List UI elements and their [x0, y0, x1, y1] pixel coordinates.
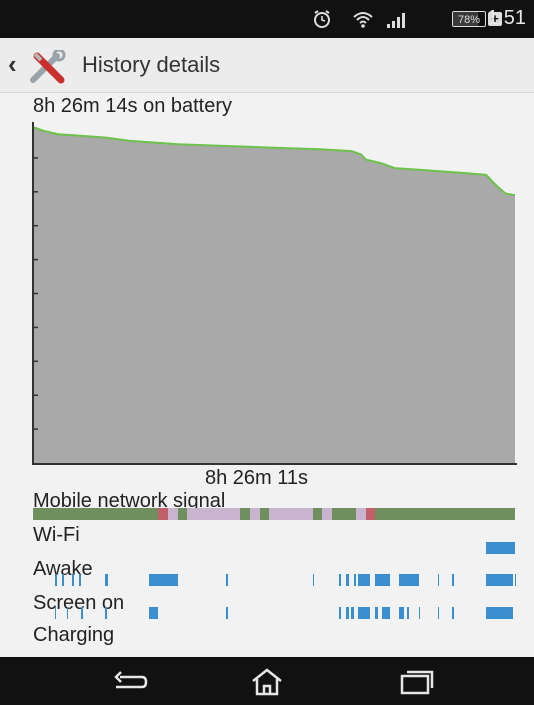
screen-on-segment: [358, 607, 371, 619]
charging-label: Charging: [33, 624, 115, 646]
screen-on-segment: [351, 607, 354, 619]
signal-icon: [386, 9, 410, 29]
wifi-track: [33, 542, 515, 554]
screen-on-segment: [105, 607, 107, 619]
awake-segment: [486, 574, 513, 586]
signal-segment: [249, 508, 260, 520]
signal-segment: [158, 508, 168, 520]
tools-icon[interactable]: [27, 48, 73, 84]
home-icon[interactable]: [247, 667, 287, 697]
awake-segment: [105, 574, 108, 586]
awake-segment: [312, 574, 314, 586]
screen-on-segment: [418, 607, 421, 619]
battery-percent: 78%: [457, 14, 481, 26]
signal-segment: [269, 508, 313, 520]
awake-segment: [437, 574, 440, 586]
awake-segment: [78, 574, 82, 586]
wifi-icon: [352, 9, 374, 29]
awake-segment: [452, 574, 454, 586]
mobile-network-signal-track: [33, 508, 515, 520]
screen-on-segment: [339, 607, 342, 619]
screen-on-segment: [437, 607, 440, 619]
screen-on-segment: [399, 607, 405, 619]
awake-segment: [399, 574, 419, 586]
alarm-icon: [312, 9, 332, 29]
signal-segment: [331, 508, 356, 520]
screen-on-segment: [452, 607, 454, 619]
signal-segment: [312, 508, 323, 520]
screen-on-segment: [346, 607, 349, 619]
battery-icon: 78%: [452, 11, 486, 27]
action-bar: ‹ History details: [0, 38, 534, 93]
awake-segment: [61, 574, 65, 586]
awake-segment: [353, 574, 356, 586]
signal-segment: [365, 508, 376, 520]
signal-segment: [187, 508, 241, 520]
screen-on-segment: [382, 607, 390, 619]
screen-on-segment: [375, 607, 378, 619]
screen-on-segment: [406, 607, 409, 619]
battery-level-area: [34, 127, 515, 464]
screen-on-segment: [66, 607, 69, 619]
up-navigation-chevron-icon[interactable]: ‹: [8, 49, 17, 79]
signal-segment: [259, 508, 270, 520]
screen-on-segment: [486, 607, 513, 619]
awake-segment: [375, 574, 390, 586]
status-bar: 78% + 1:51: [0, 0, 534, 38]
screen-on-segment: [148, 607, 159, 619]
signal-segment: [167, 508, 178, 520]
screen-on-track: [33, 607, 515, 619]
battery-time-summary: 8h 26m 14s on battery: [33, 95, 233, 117]
awake-track: [33, 574, 517, 586]
signal-segment: [322, 508, 332, 520]
awake-segment: [148, 574, 178, 586]
signal-segment: [177, 508, 188, 520]
awake-segment: [515, 574, 517, 586]
awake-segment: [54, 574, 58, 586]
back-icon[interactable]: [110, 667, 150, 697]
signal-segment: [375, 508, 515, 520]
screen-on-segment: [81, 607, 83, 619]
awake-segment: [339, 574, 342, 586]
page-title: History details: [82, 52, 221, 77]
signal-segment: [355, 508, 366, 520]
awake-segment: [358, 574, 371, 586]
awake-segment: [346, 574, 349, 586]
navigation-bar: [0, 657, 534, 705]
recents-icon[interactable]: [396, 667, 436, 697]
awake-segment: [71, 574, 74, 586]
signal-segment: [33, 508, 159, 520]
clock: 1:51: [487, 7, 526, 29]
wifi-segment: [486, 542, 515, 554]
screen-on-segment: [54, 607, 57, 619]
signal-segment: [240, 508, 250, 520]
awake-segment: [225, 574, 229, 586]
battery-level-chart: [32, 122, 517, 465]
chart-duration-label: 8h 26m 11s: [205, 467, 309, 489]
screen-on-segment: [225, 607, 229, 619]
